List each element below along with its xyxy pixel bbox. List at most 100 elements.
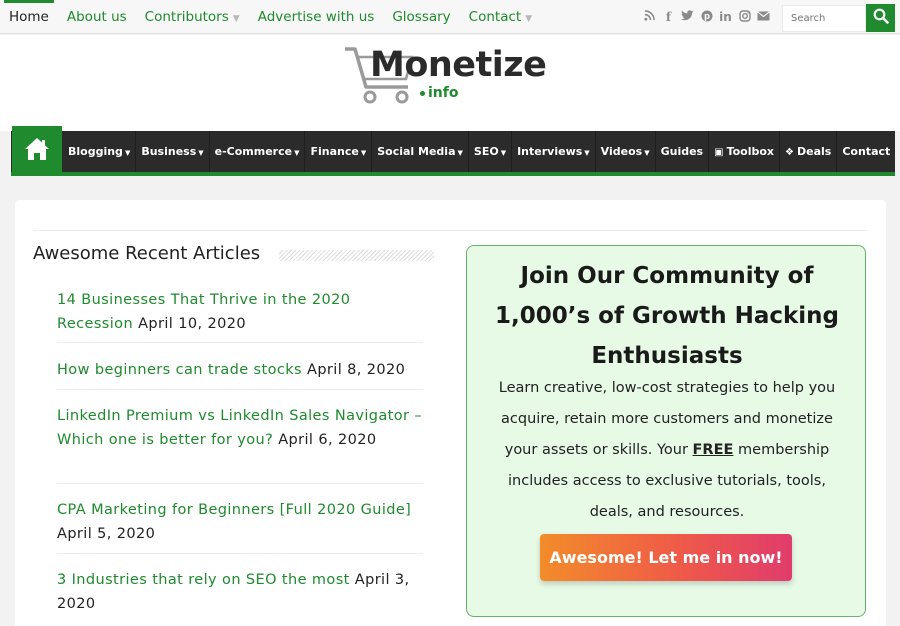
- article-link[interactable]: 3 Industries that rely on SEO the most: [57, 572, 350, 588]
- search-button[interactable]: [866, 4, 895, 32]
- list-item: LinkedIn Premium vs LinkedIn Sales Navig…: [57, 404, 423, 452]
- nav-label: Blogging: [68, 145, 123, 158]
- nav-label: Business: [141, 145, 197, 158]
- linkedin-icon[interactable]: in: [716, 10, 735, 24]
- nav-item-interviews[interactable]: Interviews ▼: [512, 131, 596, 172]
- nav-item-seo[interactable]: SEO ▼: [469, 131, 513, 172]
- recent-articles-title: Awesome Recent Articles: [33, 243, 271, 264]
- twitter-icon[interactable]: [678, 10, 697, 24]
- list-item: How beginners can trade stocks April 8, …: [57, 358, 423, 382]
- top-nav: Home About us Contributors ▼ Advertise wi…: [0, 0, 541, 34]
- nav-label: SEO: [473, 145, 499, 158]
- divider: [33, 230, 867, 231]
- chevron-down-icon: ▼: [457, 149, 463, 157]
- search-icon: [873, 8, 889, 28]
- cta-description: Learn creative, low-cost strategies to h…: [485, 373, 849, 528]
- chevron-down-icon: ▼: [198, 149, 204, 157]
- chevron-down-icon: ▼: [232, 14, 240, 24]
- search-input[interactable]: [782, 5, 866, 32]
- article-link[interactable]: CPA Marketing for Beginners [Full 2020 G…: [57, 502, 411, 518]
- nav-item-blogging[interactable]: Blogging ▼: [63, 131, 137, 172]
- nav-label: Toolbox: [726, 145, 775, 158]
- tag-icon: ❖: [785, 147, 794, 158]
- nav-label: Finance: [310, 145, 359, 158]
- newsletter-cta: Join Our Community of 1,000’s of Growth …: [466, 245, 866, 617]
- cta-title: Join Our Community of 1,000’s of Growth …: [467, 256, 867, 376]
- top-nav-label: Advertise with us: [257, 9, 375, 25]
- top-nav-label: Contributors: [144, 9, 229, 25]
- top-nav-label: Contact: [468, 9, 522, 25]
- top-nav-label: Glossary: [392, 9, 451, 25]
- logo-dot: [420, 90, 425, 96]
- nav-label: Social Media: [377, 145, 456, 158]
- top-nav-label: About us: [66, 9, 127, 25]
- cta-title-line: Join Our Community of: [520, 263, 814, 289]
- main-nav: Blogging ▼ Business ▼ e-Commerce ▼ Finance ▼…: [11, 126, 895, 176]
- site-logo[interactable]: Monetize info: [342, 41, 562, 107]
- home-icon: [24, 137, 50, 165]
- top-nav-advertise[interactable]: Advertise with us: [249, 0, 384, 34]
- email-icon[interactable]: [754, 10, 773, 24]
- chevron-down-icon: ▼: [500, 149, 507, 157]
- article-date: April 6, 2020: [278, 432, 377, 448]
- nav-label: Contact: [842, 145, 891, 158]
- briefcase-icon: ▣: [714, 147, 724, 158]
- instagram-icon[interactable]: [735, 9, 754, 25]
- nav-item-videos[interactable]: Videos ▼: [596, 131, 656, 172]
- nav-item-business[interactable]: Business ▼: [136, 131, 210, 172]
- top-nav-label: Home: [9, 9, 49, 25]
- nav-item-ecommerce[interactable]: e-Commerce ▼: [210, 131, 306, 172]
- pinterest-icon[interactable]: p: [697, 10, 716, 25]
- home-button[interactable]: [12, 126, 62, 176]
- facebook-icon[interactable]: f: [659, 10, 678, 24]
- cta-title-line: 1,000’s of Growth Hacking: [494, 303, 840, 329]
- logo-text: Monetize: [370, 45, 547, 85]
- list-item: 14 Businesses That Thrive in the 2020 Re…: [57, 288, 423, 336]
- nav-label: e-Commerce: [214, 145, 293, 158]
- top-nav-about[interactable]: About us: [58, 0, 136, 34]
- top-nav-home[interactable]: Home: [0, 0, 58, 34]
- chevron-down-icon: ▼: [644, 149, 650, 157]
- list-item: 3 Industries that rely on SEO the most A…: [57, 568, 423, 616]
- svg-text:p: p: [703, 12, 709, 22]
- rss-icon[interactable]: [640, 10, 659, 24]
- divider: [57, 483, 423, 484]
- nav-item-contact[interactable]: Contact: [837, 131, 895, 172]
- nav-label: Deals: [797, 145, 832, 158]
- nav-item-toolbox[interactable]: ▣ Toolbox: [709, 131, 781, 172]
- chevron-down-icon: ▼: [124, 149, 131, 157]
- article-date: April 8, 2020: [307, 362, 406, 378]
- article-date: April 10, 2020: [138, 316, 246, 332]
- nav-label: Interviews: [517, 145, 583, 158]
- top-nav-glossary[interactable]: Glossary: [383, 0, 459, 34]
- nav-item-guides[interactable]: Guides: [656, 131, 710, 172]
- divider: [57, 342, 423, 343]
- divider: [57, 389, 423, 390]
- chevron-down-icon: ▼: [525, 14, 533, 24]
- logo-sub-label: info: [428, 85, 459, 101]
- divider: [57, 553, 423, 554]
- nav-item-social-media[interactable]: Social Media ▼: [372, 131, 469, 172]
- top-nav-contact[interactable]: Contact ▼: [460, 0, 541, 34]
- cta-title-line: Enthusiasts: [591, 343, 743, 369]
- list-item: CPA Marketing for Beginners [Full 2020 G…: [57, 498, 423, 546]
- top-nav-contributors[interactable]: Contributors ▼: [136, 0, 249, 34]
- site-header: Monetize info: [0, 35, 900, 131]
- content-card: Awesome Recent Articles 14 Businesses Th…: [15, 200, 886, 626]
- chevron-down-icon: ▼: [584, 149, 590, 157]
- chevron-down-icon: ▼: [360, 149, 367, 157]
- cta-free-emphasis: FREE: [692, 442, 734, 458]
- chevron-down-icon: ▼: [294, 149, 300, 157]
- nav-label: Guides: [660, 145, 704, 158]
- social-links: f p in: [640, 0, 773, 34]
- article-link[interactable]: How beginners can trade stocks: [57, 362, 302, 378]
- logo-subtext: info: [420, 85, 458, 101]
- title-decoration: [279, 250, 434, 261]
- nav-label: Videos: [600, 145, 643, 158]
- main-nav-list: Blogging ▼ Business ▼ e-Commerce ▼ Finance ▼…: [63, 131, 895, 172]
- nav-item-finance[interactable]: Finance ▼: [305, 131, 373, 172]
- nav-item-deals[interactable]: ❖ Deals: [780, 131, 838, 172]
- top-bar: Home About us Contributors ▼ Advertise wi…: [0, 0, 900, 34]
- signup-button[interactable]: Awesome! Let me in now!: [540, 534, 792, 581]
- article-date: April 5, 2020: [57, 526, 156, 542]
